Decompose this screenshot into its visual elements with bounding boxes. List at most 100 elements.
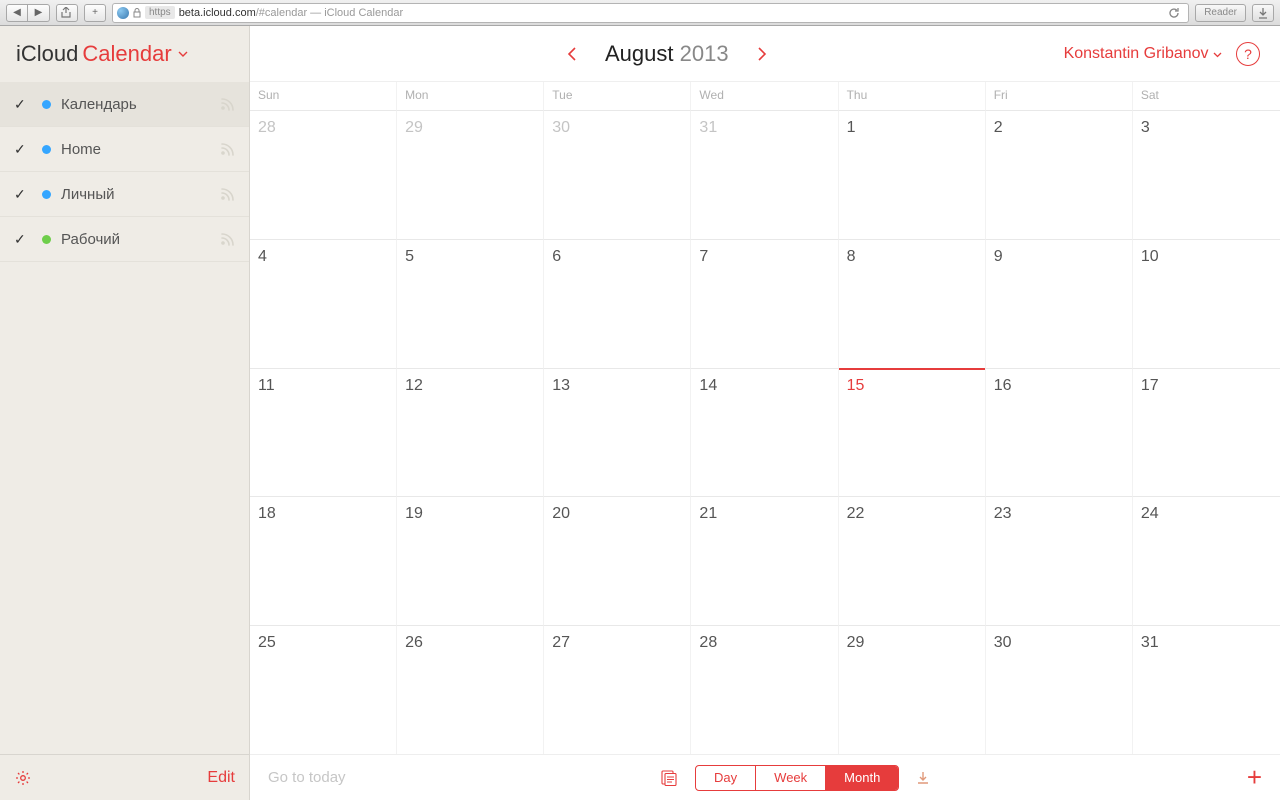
- calendar-day-cell[interactable]: 6: [544, 239, 691, 368]
- day-number: 31: [699, 119, 829, 137]
- calendar-day-cell[interactable]: 18: [250, 496, 397, 625]
- calendar-label: Home: [61, 141, 101, 158]
- day-number: 28: [699, 634, 829, 652]
- day-number: 29: [405, 119, 535, 137]
- prev-month-button[interactable]: [567, 46, 577, 62]
- calendar-day-cell[interactable]: 17: [1133, 368, 1280, 497]
- edit-button[interactable]: Edit: [207, 769, 235, 787]
- go-to-today-button[interactable]: Go to today: [268, 769, 346, 786]
- share-button[interactable]: [56, 4, 78, 22]
- calendar-day-cell[interactable]: 4: [250, 239, 397, 368]
- calendar-day-cell[interactable]: 28: [250, 110, 397, 239]
- add-event-button[interactable]: +: [1247, 762, 1262, 793]
- next-month-button[interactable]: [757, 46, 767, 62]
- calendar-day-cell[interactable]: 22: [839, 496, 986, 625]
- calendar-color-dot: [42, 145, 51, 154]
- calendar-day-cell[interactable]: 31: [691, 110, 838, 239]
- calendar-day-cell[interactable]: 26: [397, 625, 544, 754]
- day-number: 21: [699, 505, 829, 523]
- check-icon: ✓: [14, 186, 28, 203]
- day-number: 17: [1141, 377, 1272, 395]
- url-text: beta.icloud.com/#calendar — iCloud Calen…: [179, 7, 403, 19]
- nav-back-button[interactable]: ◀: [6, 4, 28, 22]
- calendar-day-cell[interactable]: 19: [397, 496, 544, 625]
- main-footer: Go to today Day Week Month +: [250, 754, 1280, 800]
- calendar-day-cell[interactable]: 7: [691, 239, 838, 368]
- brand-label: iCloud: [16, 41, 78, 67]
- nav-forward-button[interactable]: ▶: [28, 4, 50, 22]
- main-pane: August 2013 Konstantin Gribanov ? SunMon…: [250, 26, 1280, 800]
- add-bookmark-button[interactable]: +: [84, 4, 106, 22]
- main-header: August 2013 Konstantin Gribanov ?: [250, 26, 1280, 82]
- calendar-day-cell[interactable]: 21: [691, 496, 838, 625]
- calendar-day-cell[interactable]: 14: [691, 368, 838, 497]
- day-number: 25: [258, 634, 388, 652]
- help-button[interactable]: ?: [1236, 42, 1260, 66]
- day-number: 20: [552, 505, 682, 523]
- gear-icon[interactable]: [14, 769, 32, 787]
- calendar-day-cell[interactable]: 31: [1133, 625, 1280, 754]
- chevron-down-icon: [178, 51, 188, 58]
- calendar-day-cell[interactable]: 30: [986, 625, 1133, 754]
- check-icon: ✓: [14, 141, 28, 158]
- calendar-day-cell[interactable]: 3: [1133, 110, 1280, 239]
- calendar-day-cell[interactable]: 30: [544, 110, 691, 239]
- calendar-item[interactable]: ✓ Личный: [0, 172, 249, 217]
- calendar-day-cell[interactable]: 20: [544, 496, 691, 625]
- view-week-button[interactable]: Week: [756, 766, 826, 790]
- calendar-day-cell[interactable]: 9: [986, 239, 1133, 368]
- calendar-item[interactable]: ✓Рабочий: [0, 217, 249, 262]
- calendar-day-cell[interactable]: 1: [839, 110, 986, 239]
- app-switcher[interactable]: iCloud Calendar: [0, 26, 249, 82]
- calendar-day-cell[interactable]: 2: [986, 110, 1133, 239]
- download-icon[interactable]: [915, 770, 931, 786]
- url-scheme: https: [145, 6, 175, 19]
- check-icon: ✓: [14, 96, 28, 113]
- day-number: 18: [258, 505, 388, 523]
- weekday-label: Mon: [397, 82, 544, 110]
- share-calendar-icon[interactable]: [220, 97, 235, 112]
- day-number: 23: [994, 505, 1124, 523]
- calendar-day-cell[interactable]: 28: [691, 625, 838, 754]
- calendar-day-cell[interactable]: 29: [397, 110, 544, 239]
- check-icon: ✓: [14, 231, 28, 248]
- day-number: 2: [994, 119, 1124, 137]
- share-calendar-icon[interactable]: [220, 187, 235, 202]
- reader-button[interactable]: Reader: [1195, 4, 1246, 22]
- share-calendar-icon[interactable]: [220, 232, 235, 247]
- calendar-label: Личный: [61, 186, 114, 203]
- account-menu[interactable]: Konstantin Gribanov: [1064, 45, 1222, 63]
- day-number: 9: [994, 248, 1124, 266]
- calendar-day-cell[interactable]: 12: [397, 368, 544, 497]
- day-number: 31: [1141, 634, 1272, 652]
- calendar-item[interactable]: ✓Календарь: [0, 82, 249, 127]
- calendar-day-cell[interactable]: 10: [1133, 239, 1280, 368]
- day-number: 7: [699, 248, 829, 266]
- day-number: 1: [847, 119, 977, 137]
- calendar-day-cell[interactable]: 29: [839, 625, 986, 754]
- calendar-day-cell[interactable]: 16: [986, 368, 1133, 497]
- view-day-button[interactable]: Day: [696, 766, 756, 790]
- weekday-label: Sat: [1133, 82, 1280, 110]
- calendar-day-cell[interactable]: 13: [544, 368, 691, 497]
- list-view-icon[interactable]: [661, 770, 679, 786]
- reload-button[interactable]: [1164, 4, 1184, 22]
- calendar-day-cell[interactable]: 23: [986, 496, 1133, 625]
- calendar-day-cell[interactable]: 11: [250, 368, 397, 497]
- calendar-day-cell[interactable]: 5: [397, 239, 544, 368]
- globe-icon: [117, 7, 129, 19]
- downloads-button[interactable]: [1252, 4, 1274, 22]
- share-calendar-icon[interactable]: [220, 142, 235, 157]
- weekday-header: SunMonTueWedThuFriSat: [250, 82, 1280, 110]
- calendar-item[interactable]: ✓ Home: [0, 127, 249, 172]
- month-title: August 2013: [605, 41, 729, 67]
- calendar-day-cell[interactable]: 15: [839, 368, 986, 497]
- address-bar[interactable]: https beta.icloud.com/#calendar — iCloud…: [112, 3, 1189, 23]
- day-number: 6: [552, 248, 682, 266]
- calendar-day-cell[interactable]: 27: [544, 625, 691, 754]
- calendar-day-cell[interactable]: 25: [250, 625, 397, 754]
- day-number: 3: [1141, 119, 1272, 137]
- calendar-day-cell[interactable]: 24: [1133, 496, 1280, 625]
- view-month-button[interactable]: Month: [826, 766, 898, 790]
- calendar-day-cell[interactable]: 8: [839, 239, 986, 368]
